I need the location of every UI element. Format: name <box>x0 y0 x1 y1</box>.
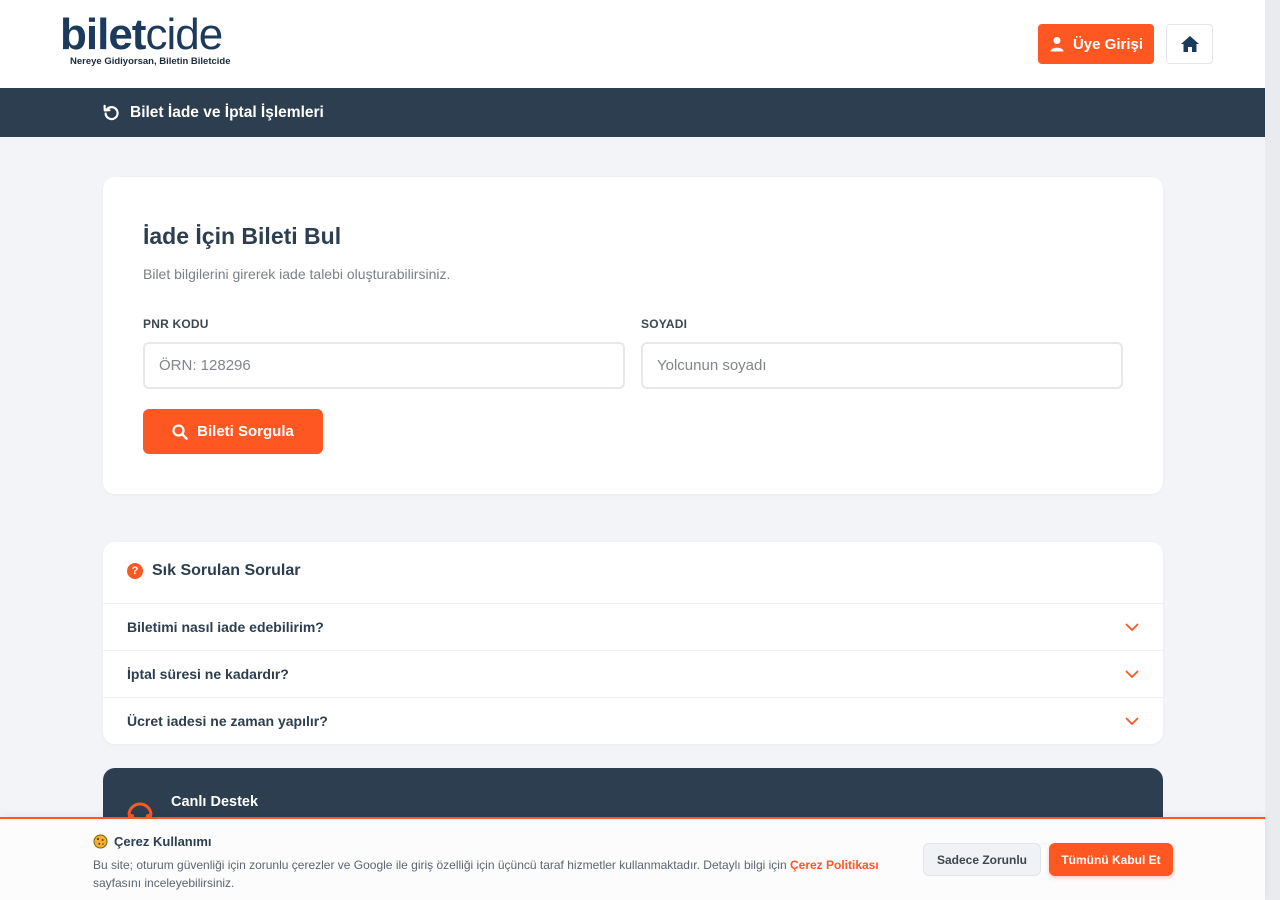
search-title: İade İçin Bileti Bul <box>143 223 342 249</box>
faq-header: ? Sık Sorulan Sorular <box>127 562 300 580</box>
surname-label: SOYADI <box>641 317 688 331</box>
home-icon <box>1180 36 1199 52</box>
member-login-button[interactable]: Üye Girişi <box>1038 24 1154 64</box>
search-icon <box>172 423 188 440</box>
logo-tagline: Nereye Gidiyorsan, Biletin Biletcide <box>70 56 231 67</box>
faq-item[interactable]: Biletimi nasıl iade edebilirim? <box>103 603 1163 650</box>
cookie-title: Çerez Kullanımı <box>114 834 212 849</box>
question-icon: ? <box>127 563 143 579</box>
live-support-title: Canlı Destek <box>171 794 259 810</box>
cookie-icon <box>93 834 108 849</box>
faq-item[interactable]: İptal süresi ne kadardır? <box>103 650 1163 697</box>
brand-logo[interactable]: biletcide Nereye Gidiyorsan, Biletin Bil… <box>60 12 231 68</box>
surname-input[interactable] <box>641 342 1123 389</box>
sub-navigation-bar: Bilet İade ve İptal İşlemleri <box>0 88 1265 137</box>
cookie-text-lead: Bu site; oturum güvenliği için zorunlu ç… <box>93 858 790 872</box>
pnr-input[interactable] <box>143 342 625 389</box>
page-scrollbar[interactable] <box>1265 0 1280 900</box>
cookie-text: Bu site; oturum güvenliği için zorunlu ç… <box>93 856 913 892</box>
page-heading: Bilet İade ve İptal İşlemleri <box>103 88 324 137</box>
faq-question: İptal süresi ne kadardır? <box>127 666 289 682</box>
cookie-banner: Çerez Kullanımı Bu site; oturum güvenliğ… <box>0 817 1265 900</box>
query-ticket-label: Bileti Sorgula <box>197 423 294 440</box>
faq-card: ? Sık Sorulan Sorular Biletimi nasıl iad… <box>103 542 1163 744</box>
faq-question: Biletimi nasıl iade edebilirim? <box>127 619 324 635</box>
home-button[interactable] <box>1166 24 1213 64</box>
logo-wordmark: biletcide <box>60 12 231 58</box>
logo-word-light: cide <box>145 10 223 59</box>
top-header: biletcide Nereye Gidiyorsan, Biletin Bil… <box>0 0 1265 88</box>
logo-word-bold: bilet <box>60 10 146 59</box>
faq-item[interactable]: Ücret iadesi ne zaman yapılır? <box>103 697 1163 744</box>
pnr-label: PNR KODU <box>143 317 209 331</box>
cookie-policy-link[interactable]: Çerez Politikası <box>790 858 879 872</box>
cookie-text-tail: sayfasını inceleyebilirsiniz. <box>93 876 235 890</box>
chevron-down-icon <box>1125 623 1139 631</box>
ticket-search-card: İade İçin Bileti Bul Bilet bilgilerini g… <box>103 177 1163 494</box>
undo-icon <box>103 104 119 121</box>
cookie-title-row: Çerez Kullanımı <box>93 834 212 849</box>
user-icon <box>1050 37 1064 52</box>
faq-question: Ücret iadesi ne zaman yapılır? <box>127 713 328 729</box>
faq-title: Sık Sorulan Sorular <box>152 562 301 579</box>
chevron-down-icon <box>1125 670 1139 678</box>
chevron-down-icon <box>1125 717 1139 725</box>
page-heading-text: Bilet İade ve İptal İşlemleri <box>130 103 324 121</box>
necessary-only-button[interactable]: Sadece Zorunlu <box>923 843 1041 876</box>
accept-all-button[interactable]: Tümünü Kabul Et <box>1049 843 1173 876</box>
member-login-label: Üye Girişi <box>1072 35 1144 53</box>
search-subtitle: Bilet bilgilerini girerek iade talebi ol… <box>143 266 451 282</box>
query-ticket-button[interactable]: Bileti Sorgula <box>143 409 323 454</box>
